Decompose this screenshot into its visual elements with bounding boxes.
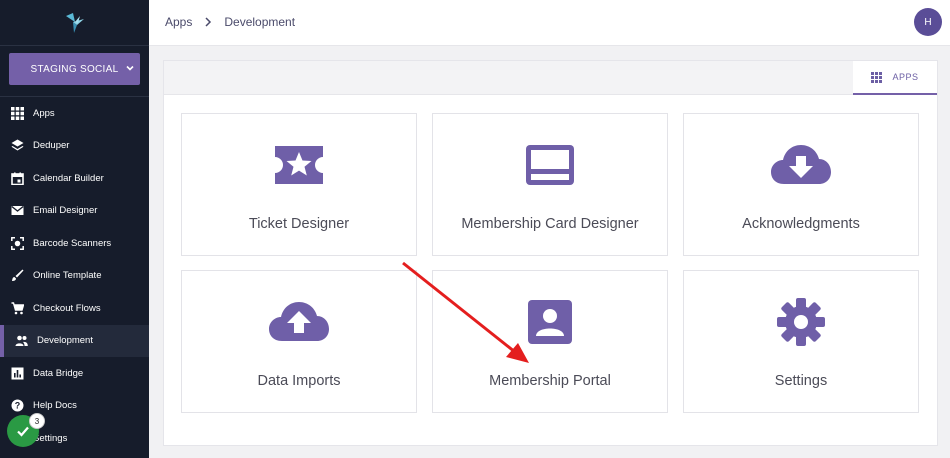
app-card-acknowledgments[interactable]: Acknowledgments xyxy=(683,113,919,256)
grid-icon xyxy=(871,71,883,83)
chart-icon xyxy=(11,367,24,380)
calendar-icon xyxy=(11,172,24,185)
sidebar-item-checkout-flows[interactable]: Checkout Flows xyxy=(0,292,149,325)
card-label: Membership Card Designer xyxy=(461,216,639,232)
org-selector[interactable]: STAGING SOCIAL xyxy=(9,53,140,85)
tab-apps[interactable]: APPS xyxy=(853,61,937,95)
app-card-data-imports[interactable]: Data Imports xyxy=(181,270,417,413)
top-bar: Apps Development H xyxy=(149,0,950,46)
sidebar-item-development[interactable]: Development xyxy=(0,324,149,357)
sidebar-item-data-bridge[interactable]: Data Bridge xyxy=(0,357,149,390)
breadcrumb-development: Development xyxy=(224,15,296,29)
chevron-right-icon xyxy=(205,17,212,27)
account-box-icon xyxy=(528,300,572,344)
sidebar-item-label: Checkout Flows xyxy=(33,302,101,314)
gear-icon xyxy=(777,298,825,346)
svg-text:?: ? xyxy=(15,401,21,411)
card-label: Acknowledgments xyxy=(742,216,860,232)
brush-icon xyxy=(12,269,24,282)
card-icon xyxy=(526,145,574,185)
hummingbird-logo-icon xyxy=(65,12,84,33)
sidebar-item-label: Barcode Scanners xyxy=(33,237,112,249)
sidebar-item-calendar-builder[interactable]: Calendar Builder xyxy=(0,162,149,195)
sidebar-item-barcode-scanners[interactable]: Barcode Scanners xyxy=(0,227,149,260)
ticket-star-icon xyxy=(275,146,323,184)
layers-icon xyxy=(11,139,24,151)
sidebar-item-label: Development xyxy=(37,335,93,347)
sidebar-item-online-template[interactable]: Online Template xyxy=(0,260,149,293)
app-card-ticket-designer[interactable]: Ticket Designer xyxy=(181,113,417,256)
envelope-icon xyxy=(11,206,24,216)
breadcrumb-apps[interactable]: Apps xyxy=(165,15,192,29)
breadcrumb: Apps Development xyxy=(165,15,295,29)
sidebar: STAGING SOCIAL Apps Deduper Calendar Bui… xyxy=(0,0,149,458)
org-name: STAGING SOCIAL xyxy=(30,63,119,75)
help-icon: ? xyxy=(11,399,24,412)
cloud-download-icon xyxy=(771,145,831,184)
logo[interactable] xyxy=(0,0,149,46)
notification-badge: 3 xyxy=(29,413,45,429)
tab-apps-label: APPS xyxy=(892,72,919,82)
chevron-down-icon xyxy=(126,65,134,71)
app-card-membership-portal[interactable]: Membership Portal xyxy=(432,270,668,413)
check-icon xyxy=(17,426,29,437)
sidebar-item-label: Deduper xyxy=(33,140,70,152)
sidebar-item-label: Calendar Builder xyxy=(33,172,104,184)
card-label: Data Imports xyxy=(257,373,341,389)
grid-icon xyxy=(11,106,24,120)
people-icon xyxy=(15,335,28,347)
sidebar-item-label: Online Template xyxy=(33,270,102,282)
sidebar-item-label: Help Docs xyxy=(33,400,77,412)
panel-tabs: APPS xyxy=(164,61,937,95)
sidebar-item-label: Apps xyxy=(33,107,55,119)
card-label: Settings xyxy=(774,373,828,389)
card-label: Membership Portal xyxy=(489,373,611,389)
app-card-membership-card-designer[interactable]: Membership Card Designer xyxy=(432,113,668,256)
sidebar-item-label: Email Designer xyxy=(33,205,98,217)
app-card-settings[interactable]: Settings xyxy=(683,270,919,413)
sidebar-item-email-designer[interactable]: Email Designer xyxy=(0,195,149,228)
sidebar-item-label: Data Bridge xyxy=(33,367,84,379)
sidebar-nav: Apps Deduper Calendar Builder Email Desi… xyxy=(0,97,149,455)
card-label: Ticket Designer xyxy=(248,216,350,232)
scanner-icon xyxy=(11,236,24,250)
cloud-upload-icon xyxy=(269,302,329,341)
sidebar-item-deduper[interactable]: Deduper xyxy=(0,130,149,163)
sidebar-item-apps[interactable]: Apps xyxy=(0,97,149,130)
cart-icon xyxy=(11,302,24,315)
avatar[interactable]: H xyxy=(914,8,942,36)
